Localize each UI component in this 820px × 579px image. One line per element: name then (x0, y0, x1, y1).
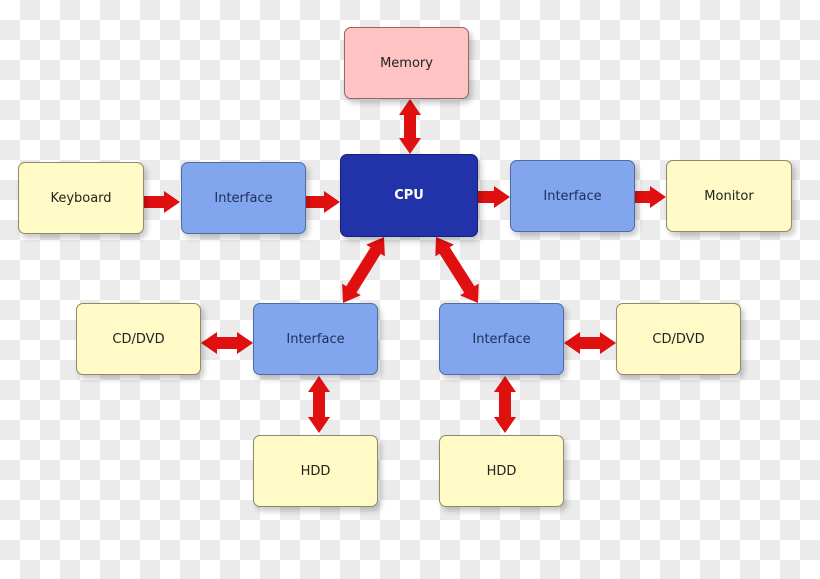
arrow-iface_out-to-monitor (635, 186, 666, 208)
output-interface-node[interactable]: Interface (510, 160, 635, 232)
arrow-cddvd_left-to-iface_left (201, 332, 253, 354)
keyboard-node[interactable]: Keyboard (18, 162, 144, 234)
arrow-iface_left-to-hdd_left (308, 376, 330, 433)
monitor-node[interactable]: Monitor (666, 160, 792, 232)
output-interface-label: Interface (543, 188, 602, 204)
arrow-keyboard-to-iface_in (144, 191, 180, 213)
hdd-left-label: HDD (300, 463, 331, 479)
arrow-memory-to-cpu (399, 99, 421, 154)
input-interface-label: Interface (214, 190, 273, 206)
arrow-iface_right-to-cddvd_right (564, 332, 616, 354)
cddvd-right-node[interactable]: CD/DVD (616, 303, 741, 375)
arrow-cpu-to-iface_out (478, 186, 510, 208)
arrow-cpu-to-iface_left (342, 237, 385, 303)
cddvd-left-node[interactable]: CD/DVD (76, 303, 201, 375)
hdd-right-label: HDD (486, 463, 517, 479)
right-interface-label: Interface (472, 331, 531, 347)
left-interface-label: Interface (286, 331, 345, 347)
memory-node[interactable]: Memory (344, 27, 469, 99)
left-interface-node[interactable]: Interface (253, 303, 378, 375)
right-interface-node[interactable]: Interface (439, 303, 564, 375)
hdd-right-node[interactable]: HDD (439, 435, 564, 507)
monitor-label: Monitor (704, 188, 754, 204)
arrow-iface_in-to-cpu (306, 191, 340, 213)
memory-label: Memory (380, 55, 433, 71)
cddvd-right-label: CD/DVD (652, 331, 705, 347)
hdd-left-node[interactable]: HDD (253, 435, 378, 507)
keyboard-label: Keyboard (50, 190, 112, 206)
cpu-label: CPU (394, 188, 424, 203)
cpu-node[interactable]: CPU (340, 154, 478, 237)
arrow-cpu-to-iface_right (435, 237, 479, 303)
cddvd-left-label: CD/DVD (112, 331, 165, 347)
computer-architecture-diagram: Memory CPU Keyboard Interface Interface … (0, 0, 820, 579)
input-interface-node[interactable]: Interface (181, 162, 306, 234)
arrow-iface_right-to-hdd_right (494, 376, 516, 433)
